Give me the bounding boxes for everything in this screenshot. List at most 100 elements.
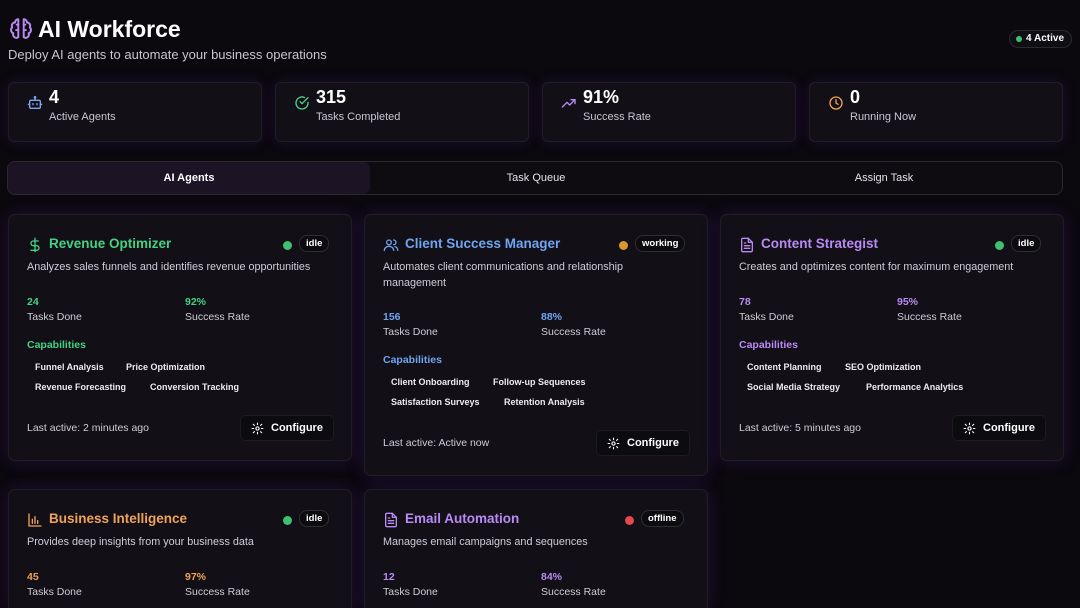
tasks-done-value: 24 <box>27 296 39 308</box>
page-header: AI Workforce Deploy AI agents to automat… <box>8 14 1072 64</box>
agent-description: Manages email campaigns and sequences <box>383 536 588 548</box>
tasks-done-label: Tasks Done <box>383 586 438 598</box>
success-rate-value: 95% <box>897 296 919 308</box>
bar-chart-icon <box>28 513 42 527</box>
agent-description: Analyzes sales funnels and identifies re… <box>27 261 311 273</box>
stat-label: Active Agents <box>49 111 116 123</box>
tasks-done-label: Tasks Done <box>383 326 438 338</box>
capabilities-title: Capabilities <box>383 354 442 366</box>
dollar-icon <box>30 237 40 253</box>
capability-chip: Funnel Analysis <box>35 362 104 372</box>
agent-card-business-intelligence: Business Intelligence idle Provides deep… <box>8 489 352 608</box>
agent-card-client-success-manager: Client Success Manager working Automates… <box>364 214 708 476</box>
success-rate-value: 88% <box>541 311 563 323</box>
capabilities-title: Capabilities <box>739 339 798 351</box>
stat-value: 315 <box>316 87 347 107</box>
document-icon <box>385 512 397 528</box>
capability-chip: Client Onboarding <box>391 377 470 387</box>
agent-description: Provides deep insights from your busines… <box>27 536 254 548</box>
success-rate-label: Success Rate <box>897 311 962 323</box>
trending-up-icon <box>561 99 576 108</box>
capability-chip: Conversion Tracking <box>150 382 240 392</box>
stat-card-running-now: 0 Running Now <box>809 82 1063 142</box>
stat-label: Tasks Completed <box>316 111 401 123</box>
tab-assign-task[interactable]: Assign Task <box>702 162 1066 194</box>
users-icon <box>383 239 399 251</box>
agent-description: Automates client communications and rela… <box>383 261 624 289</box>
stat-card-success-rate: 91% Success Rate <box>542 82 796 142</box>
status-dot <box>283 516 292 525</box>
tasks-done-value: 78 <box>739 296 751 308</box>
configure-label: Configure <box>983 422 1035 434</box>
tasks-done-value: 156 <box>383 311 401 323</box>
stat-label: Success Rate <box>583 111 651 123</box>
status-badge: offline <box>641 510 684 527</box>
agent-title: Client Success Manager <box>405 236 561 251</box>
stat-card-tasks-completed: 315 Tasks Completed <box>275 82 529 142</box>
tab-ai-agents[interactable]: AI Agents <box>8 162 370 194</box>
agent-card-email-automation: Email Automation offline Manages email c… <box>364 489 708 608</box>
capability-chip: Follow-up Sequences <box>493 377 586 387</box>
tasks-done-label: Tasks Done <box>27 586 82 598</box>
status-dot <box>995 241 1004 250</box>
success-rate-value: 97% <box>185 571 207 583</box>
stat-card-active-agents: 4 Active Agents <box>8 82 262 142</box>
success-rate-label: Success Rate <box>541 586 606 598</box>
success-rate-label: Success Rate <box>541 326 606 338</box>
gear-icon <box>607 437 620 449</box>
stat-value: 91% <box>583 87 620 107</box>
check-circle-icon <box>295 96 309 110</box>
clock-icon <box>829 96 843 110</box>
last-active-text: Last active: 5 minutes ago <box>739 422 861 434</box>
agent-title: Email Automation <box>405 511 520 526</box>
configure-button[interactable]: Configure <box>952 415 1046 441</box>
capability-chip: SEO Optimization <box>845 362 922 372</box>
last-active-text: Last active: 2 minutes ago <box>27 422 149 434</box>
page-title: AI Workforce <box>38 16 181 42</box>
success-rate-value: 92% <box>185 296 207 308</box>
configure-button[interactable]: Configure <box>596 430 690 456</box>
capability-chip: Retention Analysis <box>504 397 585 407</box>
success-rate-label: Success Rate <box>185 311 250 323</box>
tasks-done-value: 45 <box>27 571 39 583</box>
capability-chip: Revenue Forecasting <box>35 382 127 392</box>
agent-title: Revenue Optimizer <box>49 236 172 251</box>
capability-chip: Performance Analytics <box>866 382 964 392</box>
status-badge: idle <box>299 235 330 252</box>
configure-button[interactable]: Configure <box>240 415 334 441</box>
capability-chip: Satisfaction Surveys <box>391 397 480 407</box>
capability-chip: Social Media Strategy <box>747 382 841 392</box>
status-dot <box>619 241 628 250</box>
stat-value: 4 <box>49 87 60 107</box>
tab-bar: AI Agents Task Queue Assign Task <box>7 161 1063 195</box>
gear-icon <box>963 422 976 434</box>
last-active-text: Last active: Active now <box>383 437 490 449</box>
agent-title: Business Intelligence <box>49 511 188 526</box>
configure-label: Configure <box>627 437 679 449</box>
tasks-done-value: 12 <box>383 571 395 583</box>
capabilities-title: Capabilities <box>27 339 86 351</box>
agent-card-content-strategist: Content Strategist idle Creates and opti… <box>720 214 1064 461</box>
stats-row: 4 Active Agents 315 Tasks Completed 91% … <box>8 82 1064 142</box>
tasks-done-label: Tasks Done <box>27 311 82 323</box>
success-rate-label: Success Rate <box>185 586 250 598</box>
brain-icon <box>10 18 32 39</box>
robot-icon <box>27 96 43 109</box>
status-dot <box>625 516 634 525</box>
gear-icon <box>251 422 264 434</box>
status-dot <box>283 241 292 250</box>
status-badge: idle <box>299 510 330 527</box>
tasks-done-label: Tasks Done <box>739 311 794 323</box>
capability-chip: Price Optimization <box>126 362 206 372</box>
stat-label: Running Now <box>850 111 917 123</box>
agent-title: Content Strategist <box>761 236 879 251</box>
status-badge: idle <box>1011 235 1042 252</box>
tab-task-queue[interactable]: Task Queue <box>370 162 702 194</box>
document-icon <box>741 237 753 253</box>
capability-chip: Content Planning <box>747 362 822 372</box>
success-rate-value: 84% <box>541 571 563 583</box>
stat-value: 0 <box>850 87 861 107</box>
status-dot <box>1016 36 1023 42</box>
active-badge-label: 4 Active <box>1026 33 1064 44</box>
page-subtitle: Deploy AI agents to automate your busine… <box>8 47 327 62</box>
